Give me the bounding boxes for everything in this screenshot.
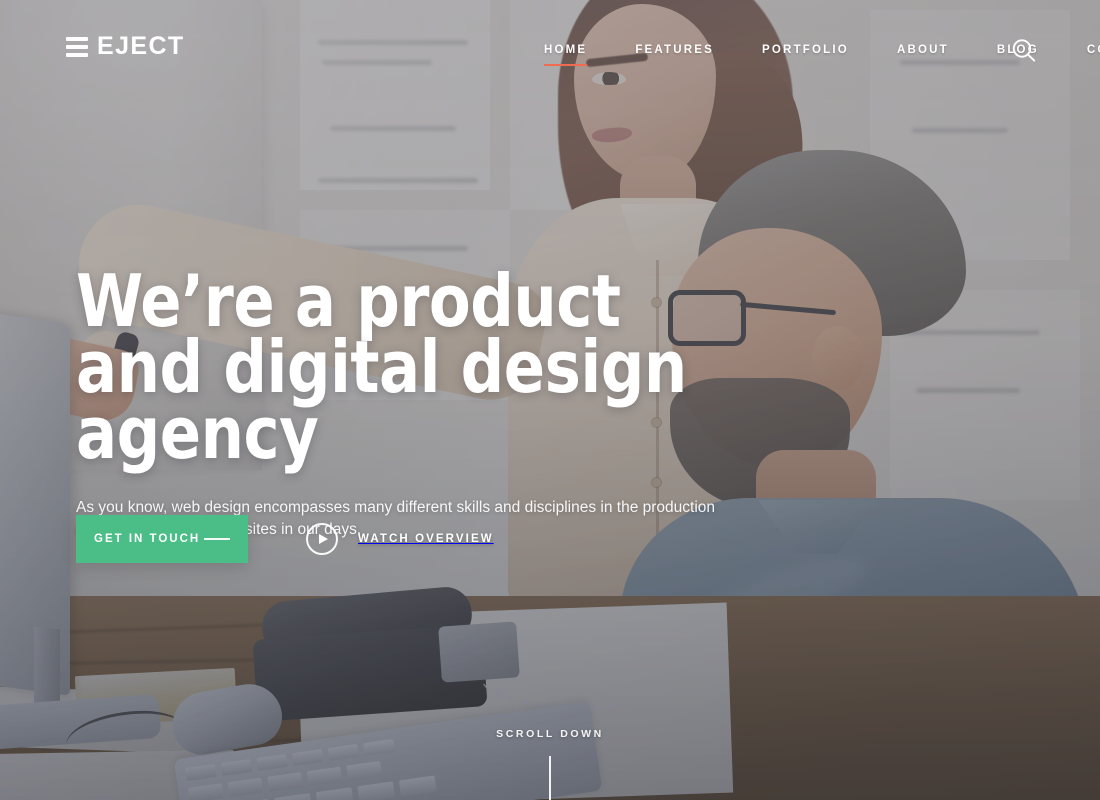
nav-item-about[interactable]: ABOUT <box>873 40 973 60</box>
nav-item-home[interactable]: HOME <box>520 40 611 66</box>
brand-logo[interactable]: EJECT <box>66 34 185 59</box>
nav-item-label: CONTACTS <box>1086 44 1100 56</box>
dash-arrow-icon <box>204 538 230 540</box>
hero-actions: GET IN TOUCH WATCH OVERVIEW <box>76 515 494 563</box>
nav-active-underline <box>544 64 588 66</box>
nav-item-features[interactable]: FEATURES <box>611 40 738 60</box>
play-circle-icon <box>306 523 338 555</box>
get-in-touch-label: GET IN TOUCH <box>94 533 201 545</box>
search-button[interactable] <box>1009 36 1039 66</box>
watch-overview-label: WATCH OVERVIEW <box>358 533 494 545</box>
hamburger-bars-icon <box>66 36 88 57</box>
nav-item-label: ABOUT <box>896 44 949 56</box>
page-title: We’re a product and digital design agenc… <box>76 265 734 476</box>
scroll-down-label: SCROLL DOWN <box>496 728 604 740</box>
hero-ui-layer: EJECT HOME FEATURES PORTFOLIO ABOUT BLOG… <box>0 0 1100 800</box>
vertical-line-icon <box>549 756 551 800</box>
brand-name: EJECT <box>97 32 185 60</box>
scroll-down-indicator[interactable]: SCROLL DOWN <box>0 728 1100 800</box>
hero-page: EJECT HOME FEATURES PORTFOLIO ABOUT BLOG… <box>0 0 1100 800</box>
nav-item-contacts[interactable]: CONTACTS <box>1063 40 1100 60</box>
watch-overview-link[interactable]: WATCH OVERVIEW <box>306 523 494 555</box>
search-icon <box>1012 39 1036 62</box>
nav-item-label: HOME <box>544 44 588 56</box>
site-header: EJECT HOME FEATURES PORTFOLIO ABOUT BLOG… <box>0 0 1100 98</box>
nav-item-label: FEATURES <box>635 44 715 56</box>
nav-item-portfolio[interactable]: PORTFOLIO <box>738 40 873 60</box>
get-in-touch-button[interactable]: GET IN TOUCH <box>76 515 248 563</box>
hero-copy: We’re a product and digital design agenc… <box>76 265 776 542</box>
nav-item-label: PORTFOLIO <box>762 44 849 56</box>
hero-title-line-2: and digital design agency <box>76 325 687 476</box>
